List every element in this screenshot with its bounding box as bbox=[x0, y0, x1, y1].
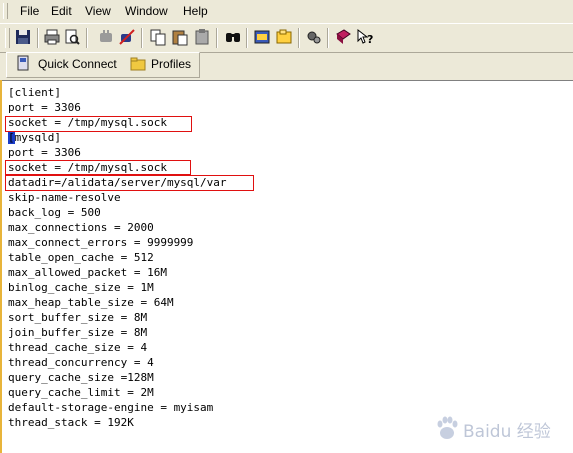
config-line: max_connections = 2000 bbox=[8, 221, 154, 234]
config-line: thread_concurrency = 4 bbox=[8, 356, 154, 369]
print-icon[interactable] bbox=[43, 28, 61, 46]
toolbar-grip bbox=[5, 28, 10, 48]
profiles-label: Profiles bbox=[151, 57, 192, 71]
config-line: max_allowed_packet = 16M bbox=[8, 266, 167, 279]
config-line: port = 3306 bbox=[8, 101, 81, 114]
copy-icon[interactable] bbox=[149, 28, 167, 46]
config-line: query_cache_size =128M bbox=[8, 371, 154, 384]
socket-highlight-box bbox=[5, 116, 192, 132]
config-line: max_heap_table_size = 64M bbox=[8, 296, 174, 309]
config-line: max_connect_errors = 9999999 bbox=[8, 236, 194, 249]
config-line: join_buffer_size = 8M bbox=[8, 326, 148, 339]
toolbar-separator bbox=[141, 28, 143, 48]
quick-connect-icon bbox=[17, 55, 29, 71]
toolbar-separator bbox=[86, 28, 88, 48]
toolbar-separator bbox=[216, 28, 218, 48]
config-line: skip-name-resolve bbox=[8, 191, 121, 204]
save-icon[interactable] bbox=[14, 28, 32, 46]
disconnect-icon[interactable] bbox=[118, 28, 136, 46]
config-line: sort_buffer_size = 8M bbox=[8, 311, 148, 324]
print-preview-icon[interactable] bbox=[63, 28, 81, 46]
settings-icon[interactable] bbox=[305, 28, 323, 46]
svg-text:?: ? bbox=[367, 33, 373, 46]
config-line: port = 3306 bbox=[8, 146, 81, 159]
baidu-watermark: Baidu 经验 bbox=[435, 413, 555, 443]
quick-connect-bar: Quick Connect Profiles bbox=[0, 51, 573, 79]
file-transfer-icon[interactable] bbox=[253, 28, 271, 46]
config-line: binlog_cache_size = 1M bbox=[8, 281, 154, 294]
watermark-text: Baidu 经验 bbox=[463, 422, 551, 442]
quick-connect-label: Quick Connect bbox=[38, 57, 117, 71]
paste-icon[interactable] bbox=[171, 28, 189, 46]
datadir-highlight-box bbox=[5, 175, 254, 191]
clipboard-icon[interactable] bbox=[193, 28, 211, 46]
menu-bar: File Edit View Window Help bbox=[0, 0, 573, 22]
find-icon[interactable] bbox=[224, 28, 242, 46]
new-profile-icon[interactable] bbox=[275, 28, 293, 46]
editor-left-border bbox=[0, 80, 2, 453]
help-book-icon[interactable] bbox=[334, 28, 352, 46]
config-line: query_cache_limit = 2M bbox=[8, 386, 154, 399]
toolbar-separator bbox=[327, 28, 329, 48]
toolbar-separator bbox=[298, 28, 300, 48]
menu-window[interactable]: Window bbox=[125, 4, 168, 18]
toolbar-separator bbox=[246, 28, 248, 48]
toolbar-separator bbox=[37, 28, 39, 48]
config-line: [client] bbox=[8, 86, 61, 99]
paw-icon bbox=[437, 416, 458, 439]
menu-edit[interactable]: Edit bbox=[51, 4, 72, 18]
config-line: thread_cache_size = 4 bbox=[8, 341, 148, 354]
context-help-icon[interactable]: ? bbox=[356, 28, 374, 46]
config-line: back_log = 500 bbox=[8, 206, 101, 219]
socket-highlight-box bbox=[5, 160, 191, 175]
folder-icon bbox=[130, 57, 146, 71]
config-line: [mysqld] bbox=[8, 131, 61, 144]
menubar-grip bbox=[3, 3, 8, 19]
config-line: table_open_cache = 512 bbox=[8, 251, 154, 264]
menu-view[interactable]: View bbox=[85, 4, 111, 18]
main-toolbar: ? bbox=[0, 23, 573, 53]
config-line: default-storage-engine = myisam bbox=[8, 401, 214, 414]
menu-help[interactable]: Help bbox=[183, 4, 208, 18]
connect-icon[interactable] bbox=[97, 28, 115, 46]
config-line: thread_stack = 192K bbox=[8, 416, 134, 429]
menu-file[interactable]: File bbox=[20, 4, 39, 18]
